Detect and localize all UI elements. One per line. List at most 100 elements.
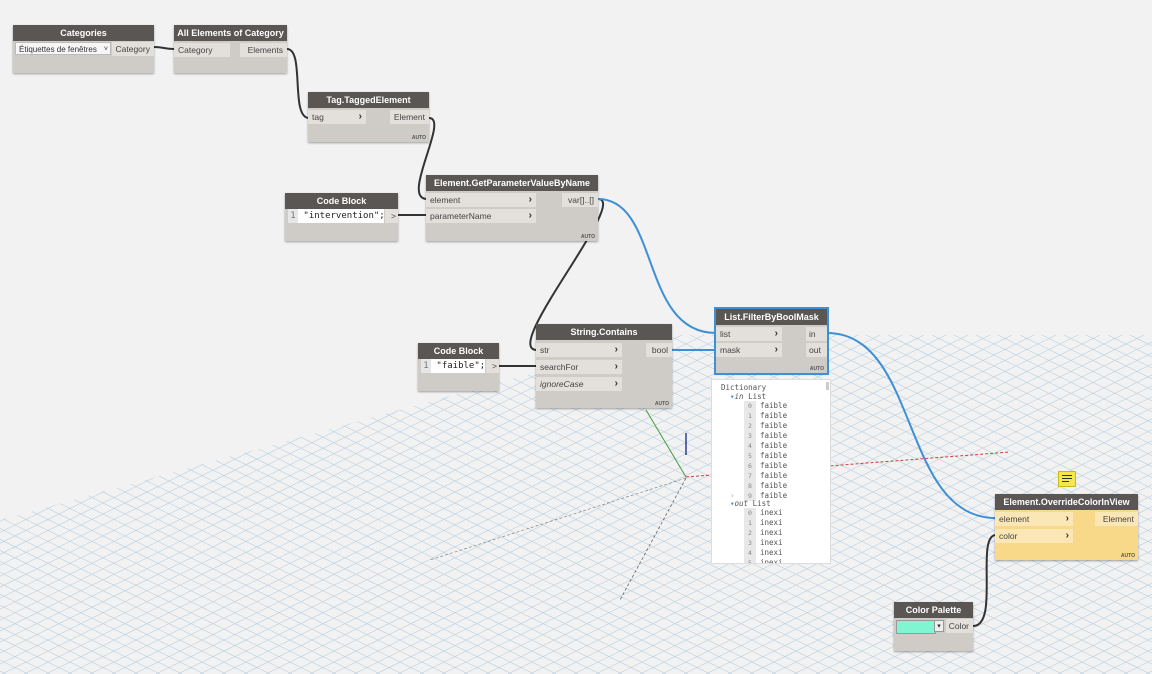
chevron-right-icon: ›: [614, 344, 618, 355]
chevron-right-icon: ›: [614, 361, 618, 372]
port-label: tag: [312, 112, 324, 122]
node-title: Tag.TaggedElement: [308, 92, 429, 108]
lacing-label: AUTO: [654, 401, 669, 407]
input-port-list[interactable]: list ›: [716, 327, 782, 341]
list-index: 7: [744, 471, 756, 481]
dropdown-value: Étiquettes de fenêtres: [19, 45, 97, 54]
chevron-right-icon: ›: [1065, 530, 1069, 541]
node-code-block-faible[interactable]: Code Block 1 "faible"; >: [418, 343, 499, 391]
node-all-elements-of-category[interactable]: All Elements of Category Category Elemen…: [174, 25, 287, 73]
node-title: String.Contains: [536, 324, 672, 340]
output-port-element[interactable]: Element: [1095, 512, 1138, 526]
port-label: color: [999, 531, 1018, 541]
watch-preview-bubble[interactable]: Dictionary ▾in List 0 faible 1 faible 2 faibl…: [711, 379, 831, 564]
list-item: 0 faible: [744, 401, 787, 411]
input-port-str[interactable]: str ›: [536, 343, 622, 357]
axis-dark-dash-2: [429, 477, 687, 561]
scrollbar[interactable]: [826, 382, 829, 390]
input-port-category[interactable]: Category: [174, 43, 230, 57]
chevron-right-icon: ›: [774, 344, 778, 355]
list-item: 1 faible: [744, 411, 787, 421]
list-value: faible: [760, 441, 788, 450]
output-port-element[interactable]: Element: [390, 110, 429, 124]
input-port-parametername[interactable]: parameterName ›: [426, 209, 536, 223]
preview-list-label: List: [748, 392, 767, 401]
list-index: 4: [744, 548, 756, 558]
preview-key: out: [734, 499, 749, 508]
node-title: Categories: [13, 25, 154, 41]
category-dropdown[interactable]: Étiquettes de fenêtres ˅: [15, 42, 111, 55]
port-label: ignoreCase: [540, 379, 584, 389]
node-tag-taggedelement[interactable]: Tag.TaggedElement tag › Element AUTO: [308, 92, 429, 142]
preview-key: in: [734, 392, 744, 401]
node-string-contains[interactable]: String.Contains str › searchFor › ignore…: [536, 324, 672, 408]
input-port-element[interactable]: element ›: [426, 193, 536, 207]
node-element-overridecolorinview[interactable]: Element.OverrideColorInView element › co…: [995, 494, 1138, 560]
list-value: inexi: [760, 518, 783, 527]
output-port[interactable]: >: [486, 359, 499, 373]
list-item: 4 faible: [744, 441, 787, 451]
list-value: faible: [760, 471, 788, 480]
list-index: 2: [744, 528, 756, 538]
port-label: mask: [720, 345, 741, 355]
input-port-color[interactable]: color ›: [995, 529, 1073, 543]
list-value: faible: [760, 411, 788, 420]
input-port-tag[interactable]: tag ›: [308, 110, 366, 124]
output-port-color[interactable]: Color: [946, 619, 973, 633]
list-index: 1: [744, 518, 756, 528]
list-index: 6: [744, 461, 756, 471]
chevron-right-icon: ›: [358, 111, 362, 122]
code-editor[interactable]: 1 "faible";: [421, 359, 485, 373]
list-value: inexi: [760, 508, 783, 517]
port-label: element: [430, 195, 461, 205]
list-index: 3: [744, 538, 756, 548]
note-icon[interactable]: [1058, 471, 1076, 487]
lacing-label: AUTO: [809, 366, 824, 372]
code-text: "faible";: [436, 361, 486, 371]
list-value: faible: [760, 481, 788, 490]
color-swatch[interactable]: [896, 620, 936, 634]
input-port-searchfor[interactable]: searchFor ›: [536, 360, 622, 374]
node-categories[interactable]: Categories Étiquettes de fenêtres ˅ Cate…: [13, 25, 154, 73]
node-title: Code Block: [418, 343, 499, 359]
output-port-elements[interactable]: Elements: [240, 43, 287, 57]
list-item: 3 faible: [744, 431, 787, 441]
input-port-ignorecase[interactable]: ignoreCase ›: [536, 377, 622, 391]
code-text: "intervention";: [303, 211, 385, 221]
port-label: str: [540, 345, 550, 355]
node-color-palette[interactable]: Color Palette ▾ Color: [894, 602, 973, 651]
chevron-down-icon[interactable]: ▾: [934, 620, 944, 632]
node-title: All Elements of Category: [174, 25, 287, 41]
list-index: 8: [744, 481, 756, 491]
output-port-out[interactable]: out: [806, 343, 827, 357]
output-port[interactable]: >: [385, 209, 398, 223]
list-index: 2: [744, 421, 756, 431]
output-port-var[interactable]: var[]..[]: [562, 193, 598, 207]
output-port-bool[interactable]: bool: [646, 343, 672, 357]
list-item: 7 faible: [744, 471, 787, 481]
list-value: faible: [760, 421, 788, 430]
port-label: searchFor: [540, 362, 579, 372]
input-port-mask[interactable]: mask ›: [716, 343, 782, 357]
list-item: 0 inexi: [744, 508, 783, 518]
node-element-getparametervaluebyname[interactable]: Element.GetParameterValueByName element …: [426, 175, 598, 241]
output-port-category[interactable]: Category: [112, 42, 154, 56]
node-title: Element.GetParameterValueByName: [426, 175, 598, 191]
input-port-element[interactable]: element ›: [995, 512, 1073, 526]
node-list-filterbyboolmask[interactable]: List.FilterByBoolMask list › mask › in o…: [714, 307, 829, 375]
output-port-in[interactable]: in: [806, 327, 827, 341]
list-value: faible: [760, 461, 788, 470]
list-value: faible: [760, 401, 788, 410]
list-item: 2 inexi: [744, 528, 783, 538]
chevron-right-icon: ›: [528, 194, 532, 205]
chevron-right-icon: ›: [614, 378, 618, 389]
port-label: parameterName: [430, 211, 492, 221]
list-value: inexi: [760, 558, 783, 564]
list-index: 1: [744, 411, 756, 421]
lacing-label: AUTO: [411, 135, 426, 141]
node-code-block-intervention[interactable]: Code Block 1 "intervention"; >: [285, 193, 398, 241]
list-item: 2 faible: [744, 421, 787, 431]
preview-list-label: List: [752, 499, 771, 508]
code-editor[interactable]: 1 "intervention";: [288, 209, 385, 223]
list-value: inexi: [760, 538, 783, 547]
